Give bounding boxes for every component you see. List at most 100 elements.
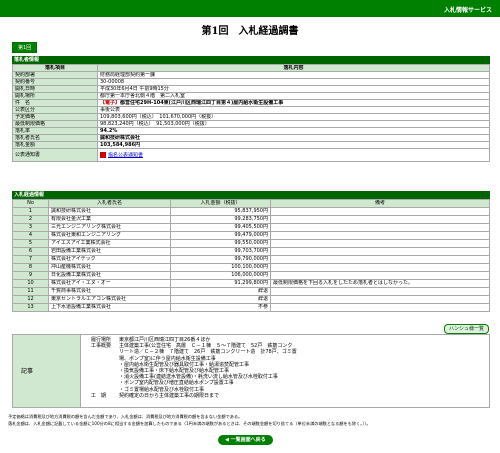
bid-note: 最低制限価格を下回る入札をしたため落札者とはしなかった。 [270, 279, 490, 288]
bid-note [270, 287, 490, 296]
bid-amount: 辞退 [170, 295, 271, 304]
bid-note [270, 223, 490, 232]
bid-amount: 99,703,700円 [170, 247, 271, 256]
bid-section-heading: 入札経過情報 [12, 191, 490, 199]
bidder-name: 株式会社アイテック [48, 255, 171, 264]
header-no: No [12, 199, 49, 208]
bid-no: 4 [12, 231, 49, 240]
info-value: 103,584,986円 [97, 141, 490, 149]
service-title: 入札情報サービス [443, 7, 492, 14]
bid-row: 9 日化設備工業株式会社 106,000,000円 [12, 271, 490, 280]
bid-amount: 99,283,750円 [170, 215, 271, 224]
info-value: 30-00008 [97, 78, 490, 86]
back-to-list-button[interactable]: ◀ 一覧画面へ戻る [218, 435, 273, 445]
bidder-name: 上下水道設備工業株式会社 [48, 303, 171, 312]
info-key: 契約部署 [12, 71, 98, 79]
info-value: 財務局経理部契約第一課 [97, 71, 490, 79]
bid-row: 4 株式会社東和エンジニアリング 99,479,000円 [12, 231, 490, 240]
info-row: 落札金額 103,584,986円 [12, 141, 490, 149]
bidder-name: アイエスアイ工業株式会社 [48, 239, 171, 248]
bid-row: 13 上下水道設備工業株式会社 不参 [12, 303, 490, 312]
bid-note [270, 271, 490, 280]
bid-note [270, 263, 490, 272]
bidder-name: 岩田設備工業株式会社 [48, 247, 171, 256]
info-value: 都庁第一本庁舎北側４階 第二入札室 [97, 92, 490, 100]
bid-row: 1 誠和技研株式会社 95,837,950円 [12, 207, 490, 216]
bid-no: 9 [12, 271, 49, 280]
bidder-name: 日化設備工業株式会社 [48, 271, 171, 280]
info-row: 契約部署 財務局経理部契約第一課 [12, 71, 490, 79]
bid-row: 8 冲山産機株式会社 100,100,000円 [12, 263, 490, 272]
info-row: 落札者氏名 誠和技研株式会社 [12, 134, 490, 142]
kiji-box: 記事 履行場所 東京都江戸川区西瑞江四丁目26番４ほか 工事概要 主体建築工事(公営… [12, 334, 490, 408]
pdf-icon [100, 151, 106, 158]
bid-no: 3 [12, 223, 49, 232]
bid-row: 3 三光エンジニアリング株式会社 99,405,500円 [12, 223, 490, 232]
info-row: 落札率 94.2% [12, 127, 490, 135]
bid-no: 8 [12, 263, 49, 272]
info-row: 契約番号 30-00008 [12, 78, 490, 86]
info-key: 開札日時 [12, 85, 98, 93]
info-value: 平成30年6月4日 午前9時15分 [97, 85, 490, 93]
bid-amount: 106,000,000円 [170, 271, 271, 280]
bid-note [270, 207, 490, 216]
bid-note [270, 255, 490, 264]
bid-amount: 91,299,800円 [170, 279, 271, 288]
bid-row: 5 アイエスアイ工業株式会社 99,550,000円 [12, 239, 490, 248]
page-title: 第1回 入札経過調書 [201, 26, 299, 37]
bidder-name: 有限会社金沢工業 [48, 215, 171, 224]
footnote-1: 予定価格は消費税及び地方消費税の額を含んだ金額であり、入札金額は、消費税及び地方… [8, 414, 243, 419]
round-tab[interactable]: 第1回 [12, 42, 38, 53]
bid-no: 10 [12, 279, 49, 288]
info-value: 事後公表 [97, 106, 490, 114]
kiji-value: 契約確定の日から主体建築工事の期限日まで [119, 392, 220, 399]
bid-no: 5 [12, 239, 49, 248]
info-key: 落札者氏名 [12, 134, 98, 142]
footnote-2: 落札金額は、入札金額に記載している金額に100分の8に相当する金額を加算したもの… [8, 421, 371, 426]
bid-no: 6 [12, 247, 49, 256]
info-key: 落札金額 [12, 141, 98, 149]
bid-note [270, 303, 490, 312]
bid-amount: 不参 [170, 303, 271, 312]
info-row: 開札日時 平成30年6月4日 午前9時15分 [12, 85, 490, 93]
info-row: 予定価格 109,803,600円（税込） 101,670,000円（税抜） [12, 113, 490, 121]
bid-no: 7 [12, 255, 49, 264]
bid-note [270, 239, 490, 248]
bid-amount: 99,790,000円 [170, 255, 271, 264]
notice-label: 公表通知書 [12, 148, 98, 162]
info-row-notice: 公表通知書 指名公表通知書 [12, 148, 490, 162]
info-table: 落札項目 落札内容 契約部署 財務局経理部契約第一課 契約番号 30-00008 開… [12, 64, 490, 162]
info-key: 開札場所 [12, 92, 98, 100]
bidder-name: 冲山産機株式会社 [48, 263, 171, 272]
info-key: 予定価格 [12, 113, 98, 121]
bid-note [270, 295, 490, 304]
bid-table: No 入札者氏名 入札金額（税抜） 備考 1 誠和技研株式会社 95,837,950… [12, 199, 490, 312]
bidder-name: 東京セントラルエアコン株式会社 [48, 295, 171, 304]
bid-amount: 99,479,000円 [170, 231, 271, 240]
header-name: 入札者氏名 [48, 199, 171, 208]
notice-link[interactable]: 指名公表通知書 [108, 152, 143, 158]
header-amount: 入札金額（税抜） [170, 199, 271, 208]
col-content-header: 落札内容 [97, 64, 490, 72]
info-section-heading: 落札者情報 [12, 56, 490, 64]
bid-table-header: No 入札者氏名 入札金額（税抜） 備考 [12, 199, 490, 208]
info-key: 契約番号 [12, 78, 98, 86]
bid-no: 2 [12, 215, 49, 224]
bid-amount: 100,100,000円 [170, 263, 271, 272]
kiji-label-cell: 記事 [13, 335, 81, 407]
denshi-tag: 【電子】 [100, 100, 121, 106]
col-item-header: 落札項目 [12, 64, 98, 72]
bidder-name: 誠和技研株式会社 [48, 207, 171, 216]
kiji-label: 記事 [21, 368, 34, 375]
info-row: 開札場所 都庁第一本庁舎北側４階 第二入札室 [12, 92, 490, 100]
bid-note [270, 231, 490, 240]
bidder-list-button[interactable]: ハンシュ様一覧 [444, 324, 490, 334]
bid-row: 2 有限会社金沢工業 99,283,750円 [12, 215, 490, 224]
bidder-name: 株式会社アイ・エヌ・オー [48, 279, 171, 288]
header-note: 備考 [270, 199, 490, 208]
info-table-header: 落札項目 落札内容 [12, 64, 490, 72]
info-value: 94.2% [97, 127, 490, 135]
bid-row: 11 千賀商事株式会社 辞退 [12, 287, 490, 296]
bid-row: 12 東京セントラルエアコン株式会社 辞退 [12, 295, 490, 304]
kiji-line: 工 期 契約確定の日から主体建築工事の期限日まで [91, 393, 297, 399]
